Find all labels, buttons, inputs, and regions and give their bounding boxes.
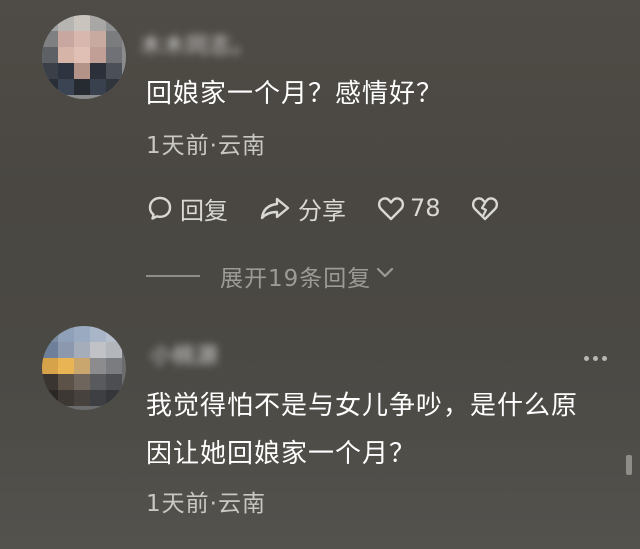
dot <box>602 356 607 361</box>
username[interactable]: 木木同志。 <box>140 28 255 59</box>
comment-meta: 1天前·云南 <box>146 133 266 159</box>
comment-text: 我觉得怕不是与女儿争吵，是什么原 因让她回娘家一个月？ <box>146 382 606 478</box>
chevron-down-icon <box>375 263 395 289</box>
more-dots-icon[interactable] <box>584 356 607 361</box>
share-label: 分享 <box>298 196 346 225</box>
comment-bubble-icon <box>146 194 174 222</box>
divider-line <box>146 275 200 277</box>
reply-button[interactable]: 回复 <box>146 190 228 226</box>
broken-heart-icon <box>470 194 500 222</box>
comment-text-line: 我觉得怕不是与女儿争吵，是什么原 <box>146 391 579 421</box>
like-count: 78 <box>410 194 441 222</box>
avatar[interactable] <box>42 15 126 99</box>
reply-label: 回复 <box>180 196 228 225</box>
scroll-indicator[interactable] <box>626 455 632 475</box>
comment-text: 回娘家一个月？感情好？ <box>146 79 444 109</box>
dot <box>593 356 598 361</box>
share-button[interactable]: 分享 <box>258 190 346 226</box>
like-button[interactable]: 78 <box>376 190 441 226</box>
username[interactable]: 小桃源 <box>150 338 219 369</box>
expand-replies-button[interactable]: 展开19条回复 <box>146 260 395 292</box>
expand-replies-label: 展开19条回复 <box>220 266 372 292</box>
heart-icon <box>376 194 406 222</box>
dot <box>584 356 589 361</box>
comment-meta: 1天前·云南 <box>146 491 266 517</box>
share-arrow-icon <box>258 194 292 222</box>
avatar[interactable] <box>42 326 126 410</box>
comment-text-line: 因让她回娘家一个月？ <box>146 439 417 469</box>
dislike-button[interactable] <box>470 190 500 226</box>
